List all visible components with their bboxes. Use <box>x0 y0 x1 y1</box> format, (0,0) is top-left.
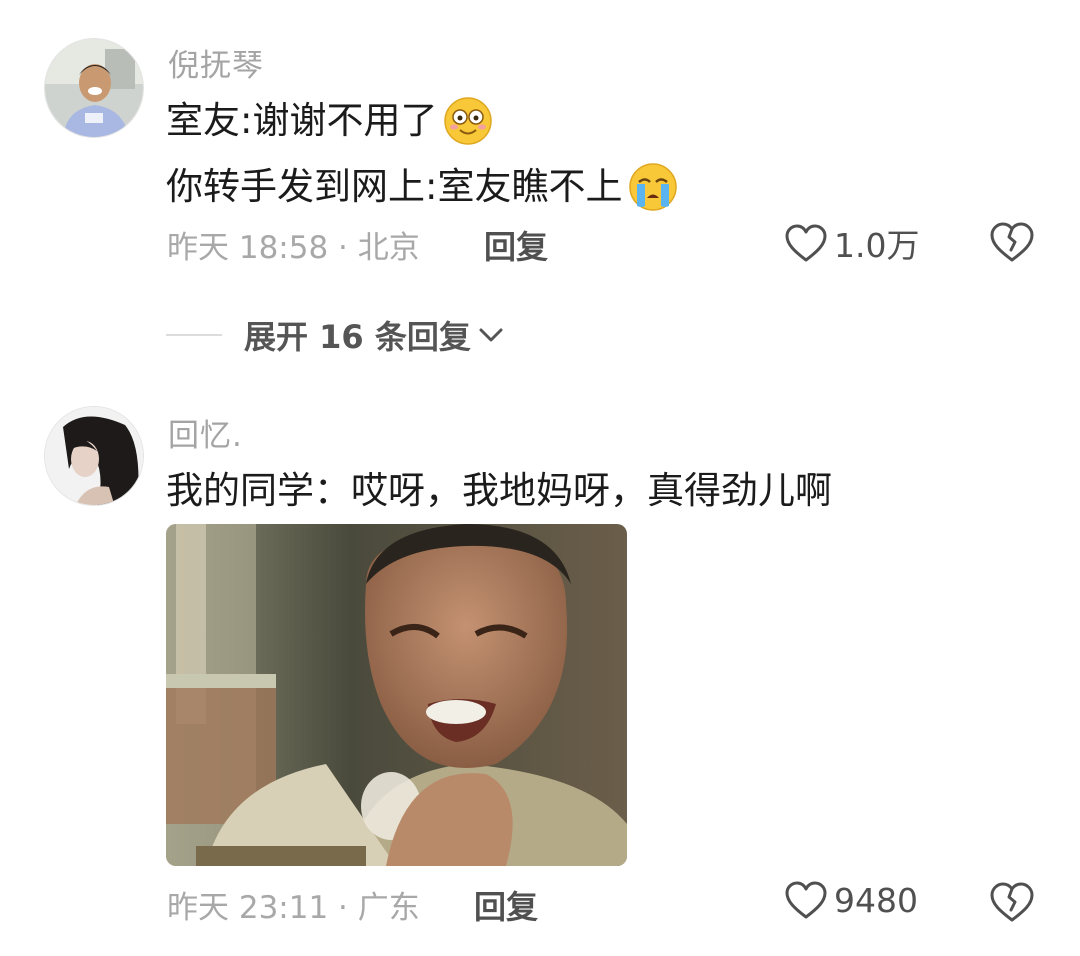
comment-text: 我的同学：哎呀，我地妈呀，真得劲儿啊 <box>166 458 832 524</box>
divider <box>166 334 222 336</box>
comment-line: 我的同学：哎呀，我地妈呀，真得劲儿啊 <box>166 469 832 512</box>
dislike-button[interactable] <box>989 220 1035 266</box>
comment-line: 室友:谢谢不用了 <box>166 99 438 142</box>
reply-button[interactable]: 回复 <box>484 222 548 268</box>
smiling-face-emoji <box>443 96 493 146</box>
expand-replies-label: 展开 16 条回复 <box>244 318 471 356</box>
chevron-down-icon <box>479 328 503 342</box>
broken-heart-icon <box>990 882 1034 922</box>
like-count: 9480 <box>834 880 918 920</box>
username[interactable]: 倪抚琴 <box>168 40 264 85</box>
comment-timestamp: 昨天 18:58 · 北京 <box>167 230 420 266</box>
crying-face-emoji <box>628 162 678 212</box>
dislike-button[interactable] <box>989 880 1035 926</box>
username[interactable]: 回忆. <box>168 410 243 455</box>
comment-text: 室友:谢谢不用了 你转手发到网上:室友瞧不上 <box>166 88 678 220</box>
broken-heart-icon <box>990 222 1034 262</box>
comment-line: 你转手发到网上:室友瞧不上 <box>166 165 623 208</box>
reply-button[interactable]: 回复 <box>474 882 538 928</box>
like-button[interactable]: 1.0万 <box>784 219 919 267</box>
like-button[interactable]: 9480 <box>784 879 918 921</box>
expand-replies-button[interactable]: 展开 16 条回复 <box>166 312 505 358</box>
comment-timestamp: 昨天 23:11 · 广东 <box>167 890 420 926</box>
user-avatar[interactable] <box>44 406 144 506</box>
heart-outline-icon <box>785 224 827 262</box>
user-avatar[interactable] <box>44 38 144 138</box>
comment-image[interactable] <box>166 524 627 866</box>
heart-outline-icon <box>785 881 827 919</box>
like-count: 1.0万 <box>834 226 920 265</box>
